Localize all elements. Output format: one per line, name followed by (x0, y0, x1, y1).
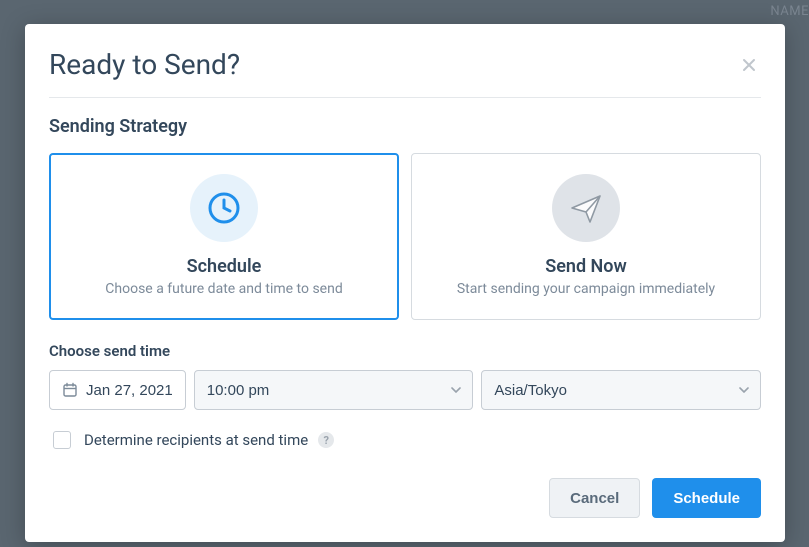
modal-header: Ready to Send? (49, 48, 761, 98)
modal-title: Ready to Send? (49, 48, 240, 81)
date-value: Jan 27, 2021 (86, 382, 173, 399)
strategy-card-send-now[interactable]: Send Now Start sending your campaign imm… (411, 153, 761, 320)
strategy-options: Schedule Choose a future date and time t… (49, 153, 761, 320)
time-select[interactable]: 10:00 pm (194, 370, 474, 410)
card-subtitle: Choose a future date and time to send (66, 281, 382, 297)
close-button[interactable] (737, 53, 761, 77)
close-icon (741, 57, 757, 73)
card-title: Schedule (66, 256, 382, 277)
strategy-card-schedule[interactable]: Schedule Choose a future date and time t… (49, 153, 399, 320)
background-column-header: NAME (770, 4, 809, 19)
schedule-button[interactable]: Schedule (652, 478, 761, 518)
cancel-button[interactable]: Cancel (549, 478, 640, 518)
checkbox-label: Determine recipients at send time (84, 431, 308, 449)
paper-plane-icon (552, 174, 620, 242)
send-modal: Ready to Send? Sending Strategy Schedule… (25, 24, 785, 542)
calendar-icon (62, 382, 78, 398)
info-icon[interactable]: ? (318, 432, 334, 448)
determine-recipients-row[interactable]: Determine recipients at send time ? (49, 428, 761, 452)
card-title: Send Now (428, 256, 744, 277)
send-time-controls: Jan 27, 2021 10:00 pm Asia/Tokyo (49, 370, 761, 410)
modal-footer: Cancel Schedule (49, 478, 761, 518)
date-picker-button[interactable]: Jan 27, 2021 (49, 370, 186, 410)
card-subtitle: Start sending your campaign immediately (428, 281, 744, 297)
timezone-select[interactable]: Asia/Tokyo (481, 370, 761, 410)
clock-icon (190, 174, 258, 242)
section-title-sending-strategy: Sending Strategy (49, 116, 761, 137)
send-time-label: Choose send time (49, 342, 761, 360)
determine-recipients-checkbox[interactable] (53, 431, 71, 449)
